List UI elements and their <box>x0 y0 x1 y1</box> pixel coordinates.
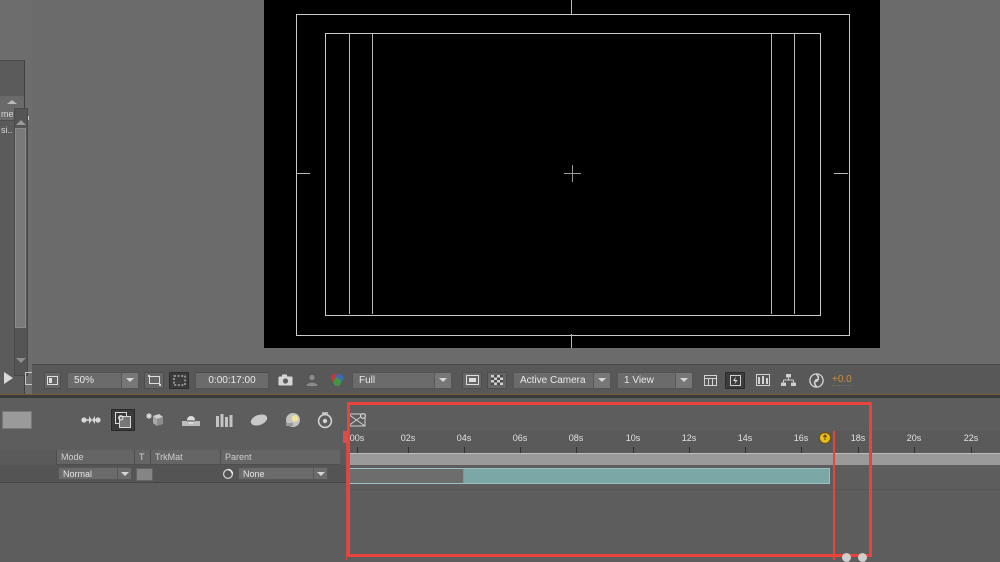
chevron-down-icon[interactable] <box>434 372 451 388</box>
region-of-interest-icon[interactable] <box>144 371 164 389</box>
toggle-view-layout-icon[interactable] <box>462 371 482 389</box>
blend-mode-select[interactable]: Normal <box>58 467 132 480</box>
timeline-flowchart-icon[interactable] <box>780 372 797 389</box>
show-channel-icon[interactable] <box>329 372 346 389</box>
time-label: 18s <box>850 433 866 443</box>
time-label: 00s <box>349 433 365 443</box>
time-label: 02s <box>400 433 416 443</box>
composition-viewer[interactable] <box>32 0 1000 364</box>
panel-divider-highlight <box>0 394 1000 395</box>
vertical-guide-left-1 <box>349 33 350 314</box>
column-header-mode[interactable]: Mode <box>56 450 134 465</box>
time-label: 06s <box>512 433 528 443</box>
view-layout-select[interactable]: 1 View <box>617 371 693 389</box>
current-time-indicator[interactable] <box>343 431 350 560</box>
timeline-indicator-dot-1 <box>842 553 851 562</box>
chevron-down-icon[interactable] <box>675 372 692 388</box>
edge-tick-bottom <box>571 334 572 348</box>
timecode-value: 0:00:17:00 <box>208 374 256 386</box>
parent-select[interactable]: None <box>238 467 328 480</box>
cti-head[interactable] <box>343 431 350 443</box>
show-snapshot-icon[interactable] <box>303 372 320 389</box>
camera-select[interactable]: Active Camera <box>513 371 611 389</box>
chevron-down-icon[interactable] <box>117 468 131 479</box>
timeline-graph-area[interactable]: 00s 02s 04s 06s 08s 10s 12s 14s 16s 18s 20s 22s <box>343 431 1000 560</box>
share-view-axes-icon[interactable] <box>702 372 719 389</box>
draft-3d-icon[interactable] <box>282 410 304 430</box>
edge-tick-left <box>296 173 310 174</box>
comp-marker-icon[interactable] <box>818 432 832 445</box>
edge-tick-top <box>571 0 572 14</box>
project-scrollbar-thumb[interactable] <box>15 128 26 328</box>
project-panel: me si.. <box>0 0 40 397</box>
toggle-transparency-grid-icon[interactable] <box>487 371 507 389</box>
title-safe-box <box>325 33 821 316</box>
camera-value: Active Camera <box>520 374 586 386</box>
time-label: 22s <box>963 433 979 443</box>
time-label: 08s <box>568 433 584 443</box>
column-header-trkmat[interactable]: TrkMat <box>150 450 220 465</box>
motion-blur-icon[interactable] <box>180 410 202 430</box>
current-timecode-field[interactable]: 0:00:17:00 <box>195 371 269 389</box>
view-layout-value: 1 View <box>624 374 654 386</box>
timeline-column-headers: Mode T TrkMat Parent <box>0 450 346 465</box>
column-header-t[interactable]: T <box>134 450 150 465</box>
toggle-mask-paths-icon[interactable] <box>169 371 189 389</box>
layer-duration-bar[interactable] <box>348 468 830 484</box>
layer-inpoint-segment[interactable] <box>349 469 464 483</box>
magnification-select[interactable]: 50% <box>67 371 139 389</box>
time-label: 10s <box>625 433 641 443</box>
play-icon[interactable] <box>4 372 13 384</box>
column-header-parent[interactable]: Parent <box>220 450 340 465</box>
fast-previews-icon[interactable] <box>754 372 771 389</box>
chevron-down-icon[interactable] <box>313 468 327 479</box>
time-label: 14s <box>737 433 753 443</box>
resolution-value: Full <box>359 374 376 386</box>
chevron-down-icon[interactable] <box>121 372 138 388</box>
vertical-guide-right-1 <box>771 33 772 314</box>
layer-switches-icon[interactable] <box>80 410 102 430</box>
vertical-guide-right-2 <box>794 33 795 314</box>
parent-value: None <box>243 468 265 479</box>
shy-layers-icon[interactable] <box>248 410 270 430</box>
chevron-down-icon[interactable] <box>593 372 610 388</box>
edge-tick-right <box>834 173 848 174</box>
transfer-controls-icon[interactable] <box>111 409 135 431</box>
timeline-switches-row[interactable] <box>0 406 1000 434</box>
graph-editor-icon[interactable] <box>314 410 336 430</box>
exposure-value[interactable]: +0.0 <box>832 374 852 386</box>
resolution-select[interactable]: Full <box>352 371 452 389</box>
take-snapshot-icon[interactable] <box>277 372 294 389</box>
timeline-panel[interactable]: Mode T TrkMat Parent Normal None 00s 02s 0… <box>0 398 1000 562</box>
playhead-secondary[interactable] <box>833 431 835 560</box>
timeline-indicator-dot-2 <box>858 553 867 562</box>
time-label: 20s <box>906 433 922 443</box>
viewer-toolbar[interactable]: 50% 0:00:17:00 Full Active Camera 1 View <box>32 364 1000 395</box>
collapse-caret-icon <box>7 100 17 104</box>
frame-blending-icon[interactable] <box>214 410 236 430</box>
scroll-up-arrow-icon[interactable] <box>16 120 26 125</box>
3d-layer-icon[interactable] <box>144 410 166 430</box>
scroll-down-arrow-icon[interactable] <box>16 358 26 363</box>
always-preview-this-view-icon[interactable] <box>44 371 61 389</box>
toggle-pixel-aspect-correction-icon[interactable] <box>725 371 745 389</box>
parent-pickwhip-icon[interactable] <box>222 468 234 480</box>
time-label: 12s <box>681 433 697 443</box>
time-label: 16s <box>793 433 809 443</box>
track-matte-checkbox[interactable] <box>136 468 153 481</box>
center-crosshair-v <box>572 165 573 182</box>
reset-exposure-icon[interactable] <box>808 372 825 389</box>
composition-canvas[interactable] <box>264 0 880 348</box>
time-label: 04s <box>456 433 472 443</box>
layer-color-swatch[interactable] <box>2 411 32 429</box>
time-ruler[interactable]: 00s 02s 04s 06s 08s 10s 12s 14s 16s 18s 20s 22s <box>346 431 1000 454</box>
layer-property-row[interactable]: Normal None <box>0 465 346 483</box>
vertical-guide-left-2 <box>372 33 373 314</box>
magnification-value: 50% <box>74 374 95 386</box>
track-separator <box>346 489 1000 490</box>
layer-track-area[interactable] <box>346 465 1000 560</box>
brainstorm-icon[interactable] <box>346 410 368 430</box>
blend-mode-value: Normal <box>63 468 93 479</box>
